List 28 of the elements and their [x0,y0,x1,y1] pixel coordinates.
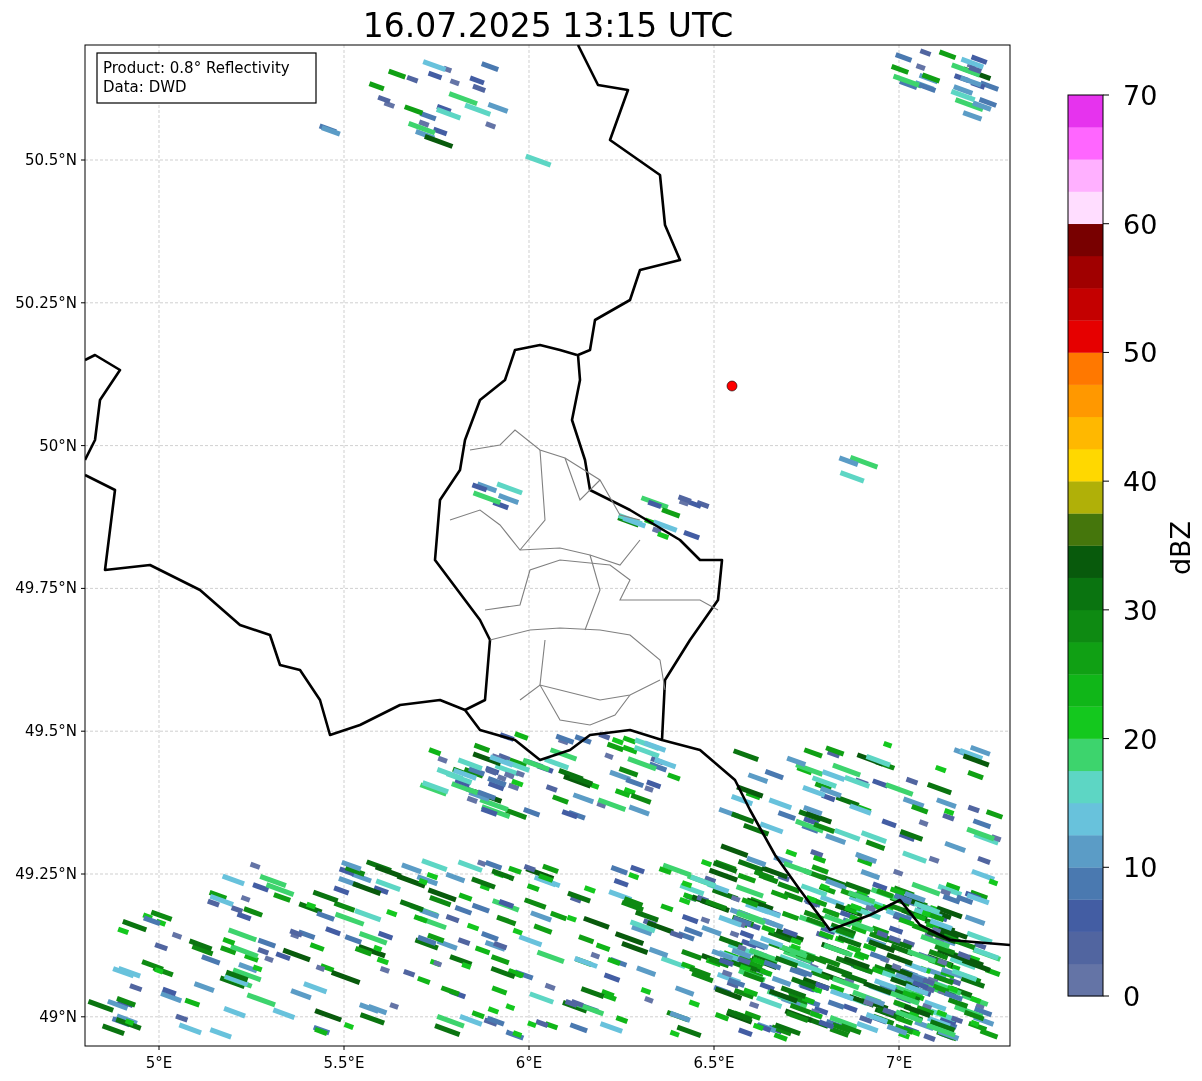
colorbar-label: 30 [1123,594,1158,626]
colorbar-title: dBZ [1165,520,1196,576]
longitude-label: 5°E [145,1054,173,1072]
colorbar-label: 10 [1123,852,1158,884]
latitude-label: 50.5°N [24,151,77,169]
legend-text: Product: 0.8° Reflectivity [103,59,290,77]
colorbar-label: 20 [1123,723,1158,755]
longitude-label: 5.5°E [323,1054,365,1072]
chart-title: 16.07.2025 13:15 UTC [362,6,734,45]
latitude-label: 49.25°N [15,865,77,883]
latitude-label: 50.25°N [15,293,77,312]
legend-text: Data: DWD [103,78,187,96]
latitude-label: 50°N [39,436,77,455]
colorbar-label: 70 [1123,80,1158,111]
colorbar-label: 0 [1123,981,1141,1012]
radar-echo [471,481,523,511]
latitude-label: 49°N [39,1007,77,1026]
latitude-label: 49.75°N [15,579,77,598]
radar-site-marker [726,380,738,392]
colorbar-label: 60 [1123,208,1158,240]
colorbar-label: 40 [1123,466,1158,498]
radar-echo [318,123,341,137]
colorbar-label: 50 [1123,337,1158,369]
longitude-label: 6°E [515,1054,543,1072]
radar-echo [838,454,879,484]
longitude-label: 6.5°E [693,1054,735,1072]
latitude-label: 49.5°N [24,722,77,741]
longitude-label: 7°E [885,1054,913,1072]
